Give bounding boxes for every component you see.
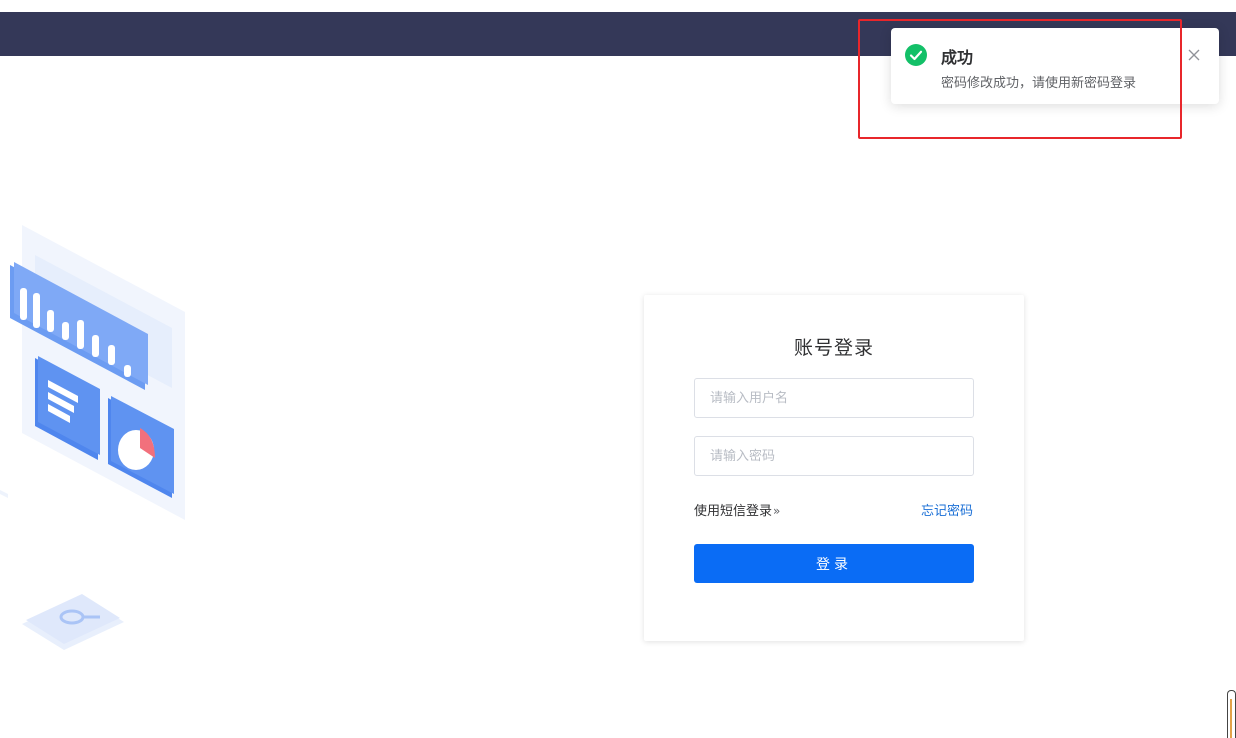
login-title: 账号登录 bbox=[793, 337, 874, 359]
username-field[interactable] bbox=[694, 378, 974, 418]
login-page: 账号登录 使用短信登录» 忘记密码 登录 成功 密码修改成功，请使用新密码登录 bbox=[0, 0, 1236, 738]
login-card: 账号登录 使用短信登录» 忘记密码 登录 bbox=[644, 295, 1024, 641]
check-circle-icon bbox=[905, 44, 927, 66]
notification-message: 密码修改成功，请使用新密码登录 bbox=[941, 76, 1137, 91]
sms-login-label: 使用短信登录 bbox=[694, 504, 773, 519]
password-input[interactable] bbox=[695, 437, 960, 475]
sms-login-link[interactable]: 使用短信登录» bbox=[694, 500, 780, 519]
forgot-password-link[interactable]: 忘记密码 bbox=[921, 500, 973, 519]
scroll-handle[interactable] bbox=[1227, 690, 1236, 738]
top-strip bbox=[0, 0, 1236, 12]
username-input[interactable] bbox=[695, 379, 960, 417]
double-chevron-right-icon: » bbox=[773, 504, 781, 518]
magnifier-illustration bbox=[22, 594, 124, 650]
scroll-handle-grip bbox=[1230, 699, 1232, 738]
close-icon[interactable] bbox=[1187, 48, 1201, 62]
notification-title: 成功 bbox=[941, 48, 974, 67]
dashboard-illustration bbox=[0, 225, 185, 520]
login-button[interactable]: 登录 bbox=[694, 544, 974, 583]
success-notification: 成功 密码修改成功，请使用新密码登录 bbox=[891, 28, 1219, 104]
password-field[interactable] bbox=[694, 436, 974, 476]
